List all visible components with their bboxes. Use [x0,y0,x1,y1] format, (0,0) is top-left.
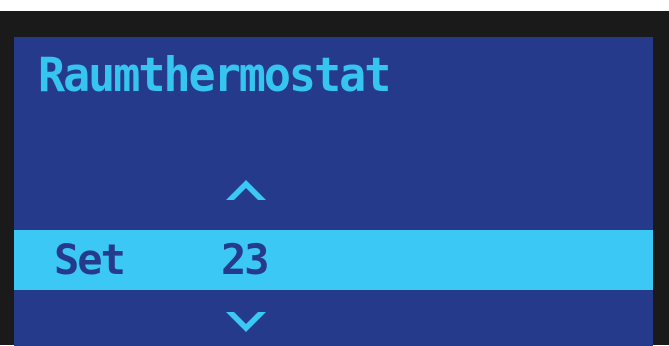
chevron-down-icon[interactable] [226,312,266,332]
screen-title: Raumthermostat [38,46,391,103]
chevron-up-icon[interactable] [226,180,266,200]
thermostat-screen: Raumthermostat Set 23 [14,37,653,346]
setpoint-value[interactable]: 23 [221,230,270,290]
setpoint-row[interactable]: Set 23 [14,230,653,290]
display-bezel: Raumthermostat Set 23 [0,11,669,346]
setpoint-label: Set [54,235,126,284]
